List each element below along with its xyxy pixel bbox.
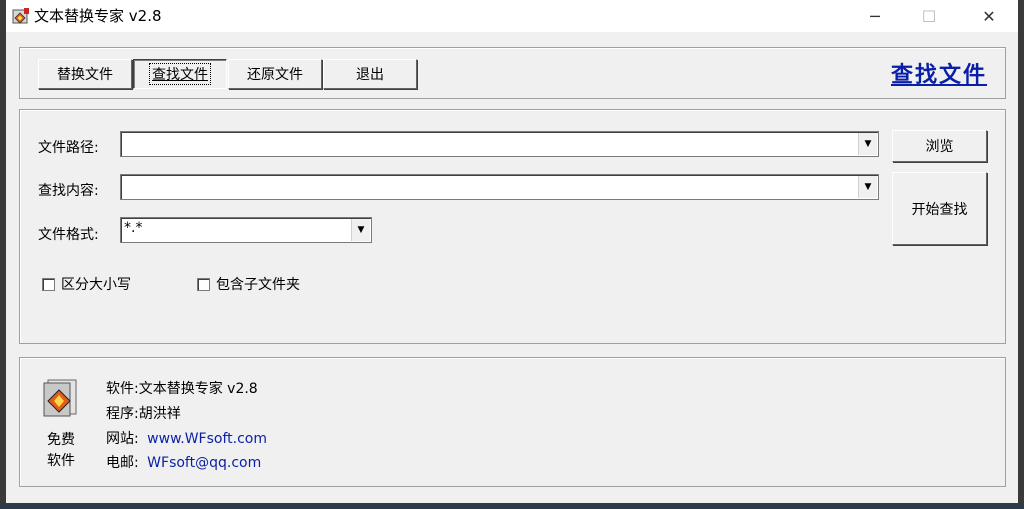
email-label: 电邮:: [106, 455, 139, 471]
tab-find-files[interactable]: 查找文件: [133, 59, 227, 89]
browse-button[interactable]: 浏览: [892, 130, 987, 162]
tab-label: 还原文件: [247, 67, 303, 83]
free-software-label: 免费 软件: [44, 430, 78, 472]
chevron-down-icon[interactable]: ▼: [858, 133, 877, 155]
maximize-button[interactable]: ☐: [906, 0, 952, 32]
format-value: *.*: [124, 220, 143, 236]
website-line: 网站: www.WFsoft.com: [106, 428, 267, 448]
case-sensitive-checkbox[interactable]: 区分大小写: [42, 274, 131, 294]
content-label: 查找内容:: [38, 183, 99, 199]
desktop-edge-bottom: [0, 503, 1024, 509]
author-line: 程序:胡洪祥: [106, 406, 181, 422]
free-label-line1: 免费: [47, 432, 75, 448]
search-form-panel: 文件路径: ▼ 浏览 查找内容: ▼ 开始查找 文件格式: *.* ▼ 区分大小…: [19, 109, 1006, 344]
chevron-down-icon[interactable]: ▼: [858, 176, 877, 198]
free-label-line2: 软件: [47, 453, 75, 469]
chevron-down-icon[interactable]: ▼: [351, 219, 370, 241]
tab-label: 查找文件: [149, 63, 211, 85]
title-bar[interactable]: 文本替换专家 v2.8 ─ ☐ ✕: [6, 0, 1018, 32]
tab-restore-files[interactable]: 还原文件: [228, 59, 322, 89]
tab-replace-files[interactable]: 替换文件: [38, 59, 132, 89]
content-combobox[interactable]: ▼: [120, 174, 879, 200]
email-link[interactable]: WFsoft@qq.com: [147, 455, 261, 471]
checkbox-box[interactable]: [42, 277, 55, 291]
tab-label: 替换文件: [57, 67, 113, 83]
checkbox-box[interactable]: [197, 277, 210, 291]
path-label: 文件路径:: [38, 140, 99, 156]
app-window: 文本替换专家 v2.8 ─ ☐ ✕ 替换文件 查找文件 还原文件 退出 查找文件…: [6, 0, 1018, 503]
format-combobox[interactable]: *.* ▼: [120, 217, 372, 243]
mode-toolbar: 替换文件 查找文件 还原文件 退出 查找文件: [19, 47, 1006, 99]
include-subfolders-label: 包含子文件夹: [216, 277, 300, 293]
include-subfolders-checkbox[interactable]: 包含子文件夹: [197, 274, 300, 294]
software-name-line: 软件:文本替换专家 v2.8: [106, 381, 258, 397]
minimize-button[interactable]: ─: [852, 0, 898, 32]
path-combobox[interactable]: ▼: [120, 131, 879, 157]
website-label: 网站:: [106, 431, 139, 447]
tab-exit[interactable]: 退出: [323, 59, 417, 89]
tab-label: 退出: [356, 67, 384, 83]
window-title: 文本替换专家 v2.8: [34, 7, 162, 25]
case-sensitive-label: 区分大小写: [61, 277, 131, 293]
email-line: 电邮: WFsoft@qq.com: [106, 452, 261, 472]
format-label: 文件格式:: [38, 227, 99, 243]
website-link[interactable]: www.WFsoft.com: [147, 431, 267, 447]
current-mode-title: 查找文件: [891, 63, 988, 88]
desktop-edge-right: [1018, 0, 1024, 509]
app-logo-icon: [12, 8, 29, 24]
about-panel: 免费 软件 软件:文本替换专家 v2.8 程序:胡洪祥 网站: www.WFso…: [19, 357, 1006, 487]
start-search-button[interactable]: 开始查找: [892, 172, 987, 245]
wfsoft-logo-icon: [43, 379, 77, 417]
close-button[interactable]: ✕: [966, 0, 1012, 32]
